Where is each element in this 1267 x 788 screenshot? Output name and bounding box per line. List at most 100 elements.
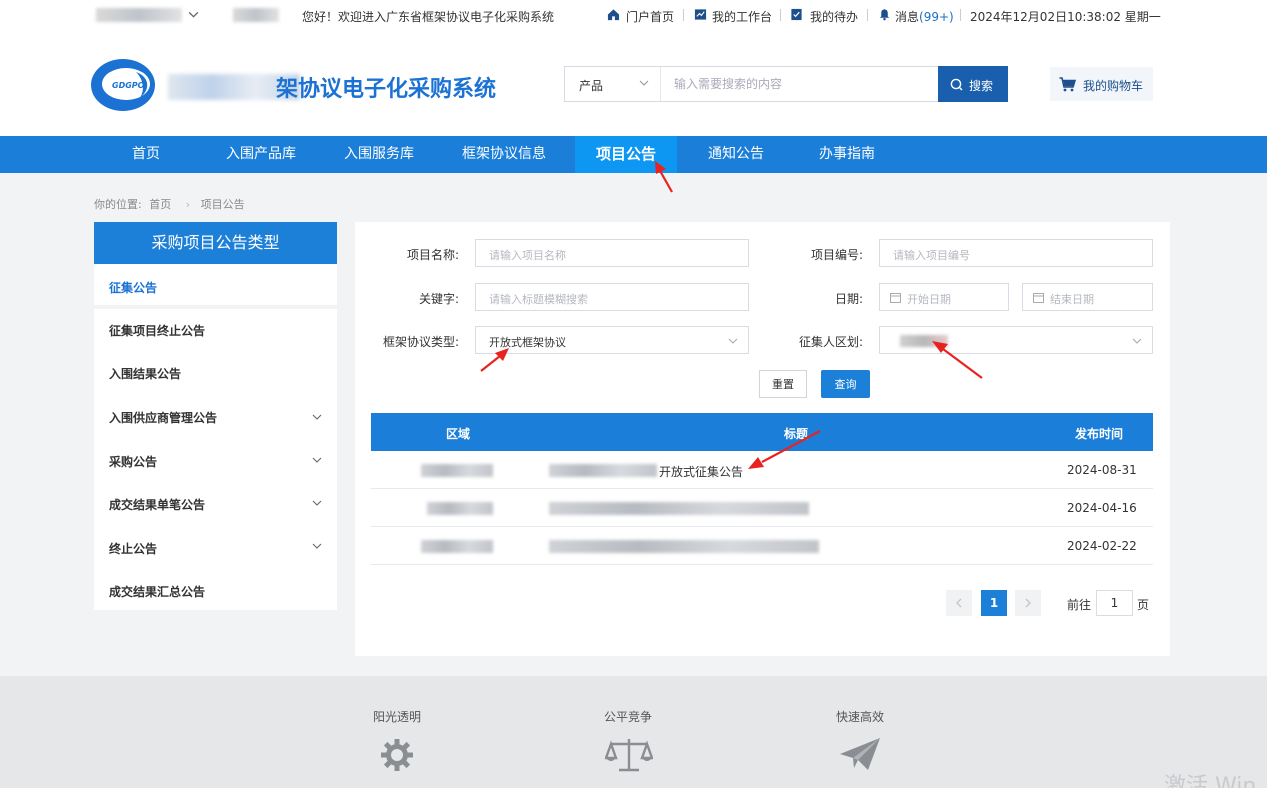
search-icon <box>950 78 963 91</box>
messages-label: 消息 <box>895 10 920 24</box>
footer-efficiency: 快速高效 <box>836 710 885 724</box>
goto-label: 前往 <box>1067 598 1092 612</box>
search-button[interactable]: 搜索 <box>938 66 1008 102</box>
scale-icon <box>605 739 653 772</box>
footer: 阳光透明 公平竞争 快速高效 <box>0 676 1267 788</box>
project-name-placeholder: 请输入项目名称 <box>489 249 566 262</box>
blurred-region <box>421 464 493 477</box>
chevron-left-icon <box>956 598 962 608</box>
page-unit-label: 页 <box>1137 598 1150 612</box>
chevron-down-icon <box>312 543 322 549</box>
breadcrumb-home[interactable]: 首页 <box>149 198 171 211</box>
calendar-icon <box>890 293 901 303</box>
portal-home-link[interactable]: 门户首页 <box>626 8 674 25</box>
chevron-down-icon <box>728 338 738 344</box>
annotation-arrow-icon <box>748 430 821 469</box>
cart-label: 我的购物车 <box>1083 79 1144 93</box>
sidebar-item-shortlist-result[interactable]: 入围结果公告 <box>94 352 337 395</box>
message-count-badge: (99+) <box>919 10 954 24</box>
search-box: 产品 搜索 <box>564 66 1008 102</box>
breadcrumb-prefix: 你的位置: <box>94 198 142 211</box>
breadcrumb-separator: › <box>185 198 191 211</box>
sidebar-item-summary-result[interactable]: 成交结果汇总公告 <box>94 567 337 610</box>
bell-icon <box>879 9 890 21</box>
agreement-type-label: 框架协议类型: <box>382 335 459 349</box>
annotation-arrow-icon <box>480 348 509 372</box>
keyword-input[interactable]: 请输入标题模糊搜索 <box>475 283 749 311</box>
blurred-user <box>233 8 279 22</box>
sidebar-item-supplier-management[interactable]: 入围供应商管理公告 <box>94 395 337 438</box>
chevron-down-icon <box>312 414 322 420</box>
next-page-button[interactable] <box>1015 590 1041 616</box>
blurred-region <box>427 502 493 515</box>
notice-title[interactable]: 开放式征集公告 <box>659 463 743 480</box>
welcome-text: 您好！欢迎进入广东省框架协议电子化采购系统 <box>302 10 555 24</box>
sidebar: 征集公告 征集项目终止公告 入围结果公告 入围供应商管理公告 采购公告 成交结果… <box>94 264 337 610</box>
messages-link[interactable]: 消息(99+) <box>895 8 954 25</box>
reset-button[interactable]: 重置 <box>759 370 807 398</box>
workbench-icon <box>694 9 707 20</box>
chevron-down-icon <box>1132 338 1142 344</box>
shopping-cart-button[interactable]: 我的购物车 <box>1050 67 1153 101</box>
search-category-value: 产品 <box>579 79 604 93</box>
cart-icon <box>1059 77 1076 92</box>
sidebar-title: 采购项目公告类型 <box>94 222 337 264</box>
date-label: 日期: <box>834 292 863 306</box>
blurred-account <box>96 8 182 22</box>
todo-link[interactable]: 我的待办 <box>810 8 858 25</box>
chevron-down-icon[interactable] <box>188 9 199 20</box>
gdgpo-logo-icon: GDGPO <box>91 59 155 111</box>
sidebar-item-single-result[interactable]: 成交结果单笔公告 <box>94 481 337 524</box>
nav-item-agreements[interactable]: 框架协议信息 <box>452 136 556 173</box>
workbench-link[interactable]: 我的工作台 <box>712 8 772 25</box>
nav-item-services[interactable]: 入围服务库 <box>334 136 424 173</box>
end-date-input[interactable]: 结束日期 <box>1022 283 1153 311</box>
sidebar-item-label: 入围结果公告 <box>109 367 182 381</box>
nav-item-guide[interactable]: 办事指南 <box>807 136 887 173</box>
sidebar-item-label: 采购公告 <box>109 455 158 469</box>
project-name-input[interactable]: 请输入项目名称 <box>475 239 749 267</box>
nav-item-products[interactable]: 入围产品库 <box>216 136 306 173</box>
publish-date: 2024-02-22 <box>1067 539 1137 553</box>
breadcrumb: 你的位置: 首页 › 项目公告 <box>94 196 249 212</box>
nav-item-home[interactable]: 首页 <box>106 136 186 173</box>
chevron-down-icon <box>639 80 649 86</box>
annotation-arrow-icon <box>655 161 673 193</box>
column-header-region: 区域 <box>446 427 471 441</box>
footer-transparency: 阳光透明 <box>373 710 422 724</box>
region-select[interactable] <box>879 326 1153 354</box>
sidebar-item-label: 征集项目终止公告 <box>109 324 206 338</box>
start-date-input[interactable]: 开始日期 <box>879 283 1009 311</box>
end-date-placeholder: 结束日期 <box>1050 293 1094 306</box>
goto-page-input[interactable]: 1 <box>1096 590 1133 616</box>
current-page[interactable]: 1 <box>981 590 1007 616</box>
query-button[interactable]: 查询 <box>821 370 870 398</box>
keyword-placeholder: 请输入标题模糊搜索 <box>489 293 588 306</box>
search-input[interactable] <box>662 67 938 101</box>
nav-item-notifications[interactable]: 通知公告 <box>696 136 776 173</box>
region-label: 征集人区划: <box>798 335 863 349</box>
sidebar-item-label: 终止公告 <box>109 542 158 556</box>
chevron-down-icon <box>312 500 322 506</box>
project-code-input[interactable]: 请输入项目编号 <box>879 239 1153 267</box>
windows-activation-watermark: 激活 Win <box>1164 774 1257 788</box>
sidebar-item-procurement-notice[interactable]: 采购公告 <box>94 438 337 481</box>
blurred-region <box>421 540 493 553</box>
gear-icon <box>381 739 413 771</box>
table-row[interactable]: 2024-02-22 <box>371 527 1153 565</box>
sidebar-item-termination-collection[interactable]: 征集项目终止公告 <box>94 309 337 352</box>
logo-badge: GDGPO <box>112 81 145 90</box>
agreement-type-select[interactable]: 开放式框架协议 <box>475 326 749 354</box>
annotation-arrow-icon <box>932 341 983 379</box>
todo-icon <box>791 8 802 21</box>
publish-date: 2024-08-31 <box>1067 463 1137 477</box>
prev-page-button[interactable] <box>946 590 972 616</box>
breadcrumb-current: 项目公告 <box>200 198 245 211</box>
search-category-select[interactable]: 产品 <box>565 67 661 101</box>
blurred-title <box>549 540 819 553</box>
project-name-label: 项目名称: <box>406 248 459 262</box>
system-title: 架协议电子化采购系统 <box>276 77 497 102</box>
sidebar-item-termination-notice[interactable]: 终止公告 <box>94 524 337 567</box>
table-row[interactable]: 2024-04-16 <box>371 489 1153 527</box>
sidebar-item-collection-notice[interactable]: 征集公告 <box>94 264 337 307</box>
